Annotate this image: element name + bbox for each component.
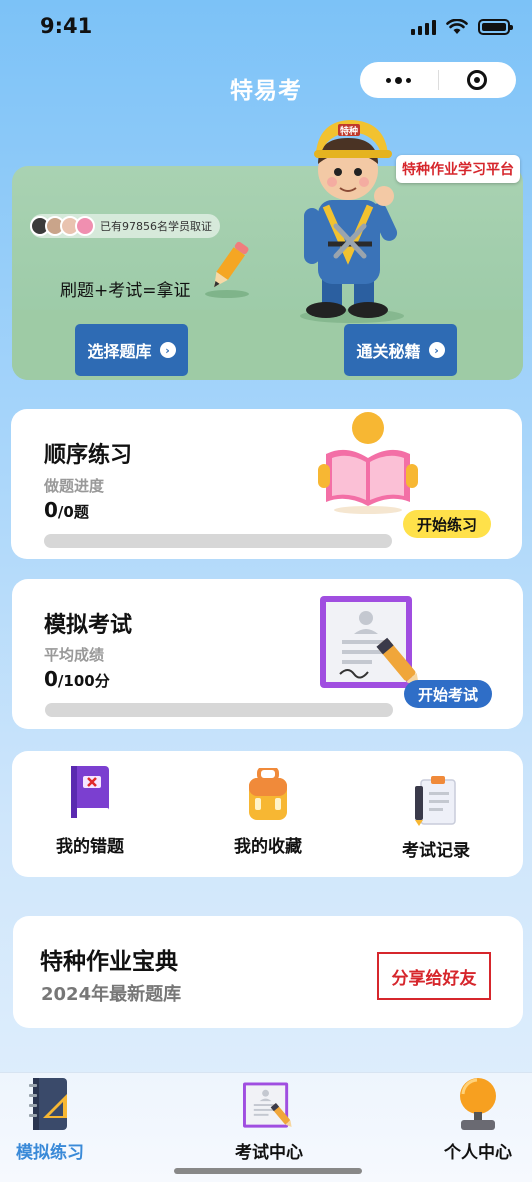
exam-record-icon bbox=[415, 776, 456, 826]
home-indicator bbox=[174, 1168, 362, 1174]
favorites-link[interactable]: 我的收藏 bbox=[218, 768, 318, 857]
practice-progress-bar bbox=[44, 534, 392, 548]
pencil-icon bbox=[205, 241, 249, 298]
learners-count-text: 已有97856名学员取证 bbox=[100, 220, 212, 233]
exam-records-link[interactable]: 考试记录 bbox=[386, 776, 486, 861]
tab-exam-center-label: 考试中心 bbox=[235, 1143, 303, 1163]
select-question-bank-button[interactable]: 选择题库 › bbox=[75, 324, 188, 376]
wrong-book-icon bbox=[71, 766, 109, 818]
exam-paper-pen-icon bbox=[243, 1082, 292, 1128]
tab-personal-center-label: 个人中心 bbox=[444, 1143, 512, 1163]
banner-slogan: 刷题+考试=拿证 bbox=[60, 281, 191, 301]
tab-personal-center[interactable]: 个人中心 bbox=[428, 1076, 528, 1163]
close-program-button[interactable] bbox=[439, 62, 517, 98]
target-close-icon bbox=[467, 70, 488, 90]
tab-mock-practice[interactable]: 模拟练习 bbox=[0, 1076, 100, 1163]
promo-title: 特种作业宝典 bbox=[40, 949, 178, 975]
more-options-button[interactable] bbox=[360, 62, 438, 98]
wifi-icon bbox=[446, 19, 468, 34]
chevron-right-icon: › bbox=[428, 342, 445, 358]
tab-exam-center[interactable]: 考试中心 bbox=[219, 1078, 319, 1163]
avatar bbox=[75, 216, 95, 236]
pass-tips-label: 通关秘籍 bbox=[356, 342, 421, 361]
practice-progress-label: 做题进度 bbox=[44, 477, 105, 495]
wrong-questions-link[interactable]: 我的错题 bbox=[40, 764, 140, 857]
promo-subtitle: 2024年最新题库 bbox=[41, 984, 182, 1005]
practice-title: 顺序练习 bbox=[44, 443, 133, 468]
start-exam-button[interactable]: 开始考试 bbox=[404, 680, 492, 708]
practice-progress-value: 0/0题 bbox=[44, 498, 89, 522]
platform-tag: 特种作业学习平台 bbox=[396, 155, 520, 183]
cellular-signal-icon bbox=[411, 19, 436, 35]
battery-icon bbox=[478, 19, 513, 35]
status-time: 9:41 bbox=[40, 14, 93, 38]
exam-records-label: 考试记录 bbox=[402, 841, 470, 861]
reading-book-icon bbox=[318, 412, 418, 514]
start-practice-button[interactable]: 开始练习 bbox=[403, 510, 491, 538]
select-question-bank-label: 选择题库 bbox=[87, 342, 152, 361]
exam-progress-bar bbox=[45, 703, 393, 717]
learners-badge: 已有97856名学员取证 bbox=[30, 214, 220, 238]
exam-score-label: 平均成绩 bbox=[44, 646, 105, 664]
wrong-questions-label: 我的错题 bbox=[56, 837, 124, 857]
favorites-label: 我的收藏 bbox=[234, 837, 302, 857]
exam-title: 模拟考试 bbox=[44, 613, 133, 638]
exam-score-value: 0/100分 bbox=[44, 667, 110, 691]
share-to-friends-button[interactable]: 分享给好友 bbox=[377, 952, 491, 1000]
exam-paper-pen-icon bbox=[320, 596, 420, 688]
tab-mock-practice-label: 模拟练习 bbox=[16, 1143, 84, 1163]
helmet-badge-text: 特种 bbox=[340, 125, 358, 137]
worker-mascot-illustration: 特种 bbox=[300, 120, 404, 323]
pass-tips-button[interactable]: 通关秘籍 › bbox=[344, 324, 457, 376]
more-dots-icon bbox=[386, 76, 412, 84]
alarm-bell-icon bbox=[460, 1078, 496, 1130]
status-icons bbox=[411, 19, 513, 35]
notebook-ruler-icon bbox=[29, 1078, 67, 1130]
favorites-bag-icon bbox=[249, 768, 287, 820]
chevron-right-icon: › bbox=[159, 342, 176, 358]
mini-program-capsule bbox=[360, 62, 516, 98]
